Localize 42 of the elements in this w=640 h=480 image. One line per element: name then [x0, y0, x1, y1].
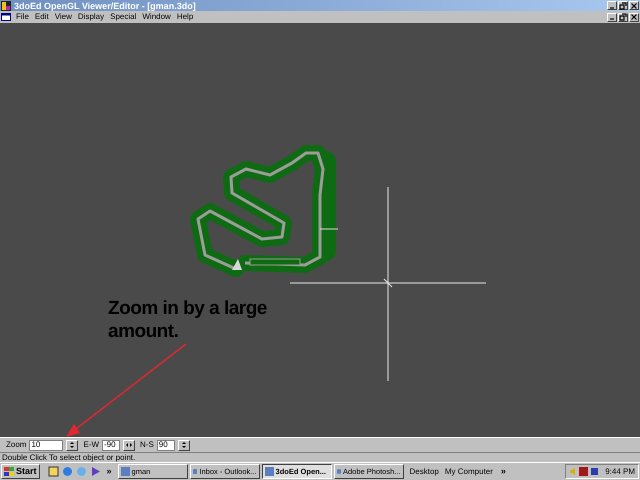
field-label: E-W	[83, 439, 100, 451]
document-icon	[1, 13, 11, 21]
input-field[interactable]: 90	[156, 440, 175, 450]
restore-button[interactable]	[618, 12, 628, 22]
input-field[interactable]: 10	[29, 440, 64, 450]
field-label: N-S	[140, 439, 154, 451]
up-down-arrows-icon	[69, 441, 76, 449]
menu-item[interactable]: File	[13, 12, 32, 22]
menu-item[interactable]: View	[52, 12, 75, 22]
left-right-arrows-icon	[125, 442, 134, 448]
close-icon	[630, 13, 638, 21]
spin-button[interactable]	[123, 440, 136, 450]
annotation-text: Zoom in by a large amount.	[108, 297, 268, 343]
spin-button[interactable]	[178, 440, 190, 450]
restore-icon	[619, 2, 627, 10]
toolbar-link[interactable]: My Computer	[444, 466, 493, 478]
restore-button[interactable]	[618, 1, 628, 10]
status-text: Double Click To select object or point.	[0, 452, 640, 462]
close-button[interactable]	[629, 12, 639, 22]
close-button[interactable]	[629, 1, 639, 10]
toolbar-link[interactable]: Desktop	[410, 466, 439, 478]
arrow-icon	[64, 342, 188, 437]
close-icon	[630, 2, 638, 10]
minimize-button[interactable]	[607, 1, 617, 10]
menu-item[interactable]: Display	[74, 12, 108, 22]
input-field[interactable]: -90	[102, 440, 120, 450]
clock-text: 9:44 PM	[605, 466, 635, 478]
window-title: 3doEd OpenGL Viewer/Editor - [gman.3do]	[14, 0, 196, 10]
minimize-button[interactable]	[607, 12, 617, 22]
up-down-arrows-icon	[180, 441, 187, 449]
menu-item[interactable]: Edit	[32, 12, 52, 22]
restore-icon	[619, 13, 627, 21]
spin-button[interactable]	[66, 440, 78, 450]
field-label: Zoom	[6, 439, 26, 451]
windows-logo-icon	[4, 467, 14, 476]
chevron-button[interactable]: »	[500, 464, 506, 478]
start-button[interactable]: Start	[1, 464, 40, 479]
menu-item[interactable]: Special	[107, 12, 140, 22]
menu-item[interactable]: Help	[174, 12, 196, 22]
chevron-button[interactable]: »	[106, 464, 112, 478]
play-icon[interactable]	[90, 466, 101, 477]
menu-item[interactable]: Window	[139, 12, 174, 22]
